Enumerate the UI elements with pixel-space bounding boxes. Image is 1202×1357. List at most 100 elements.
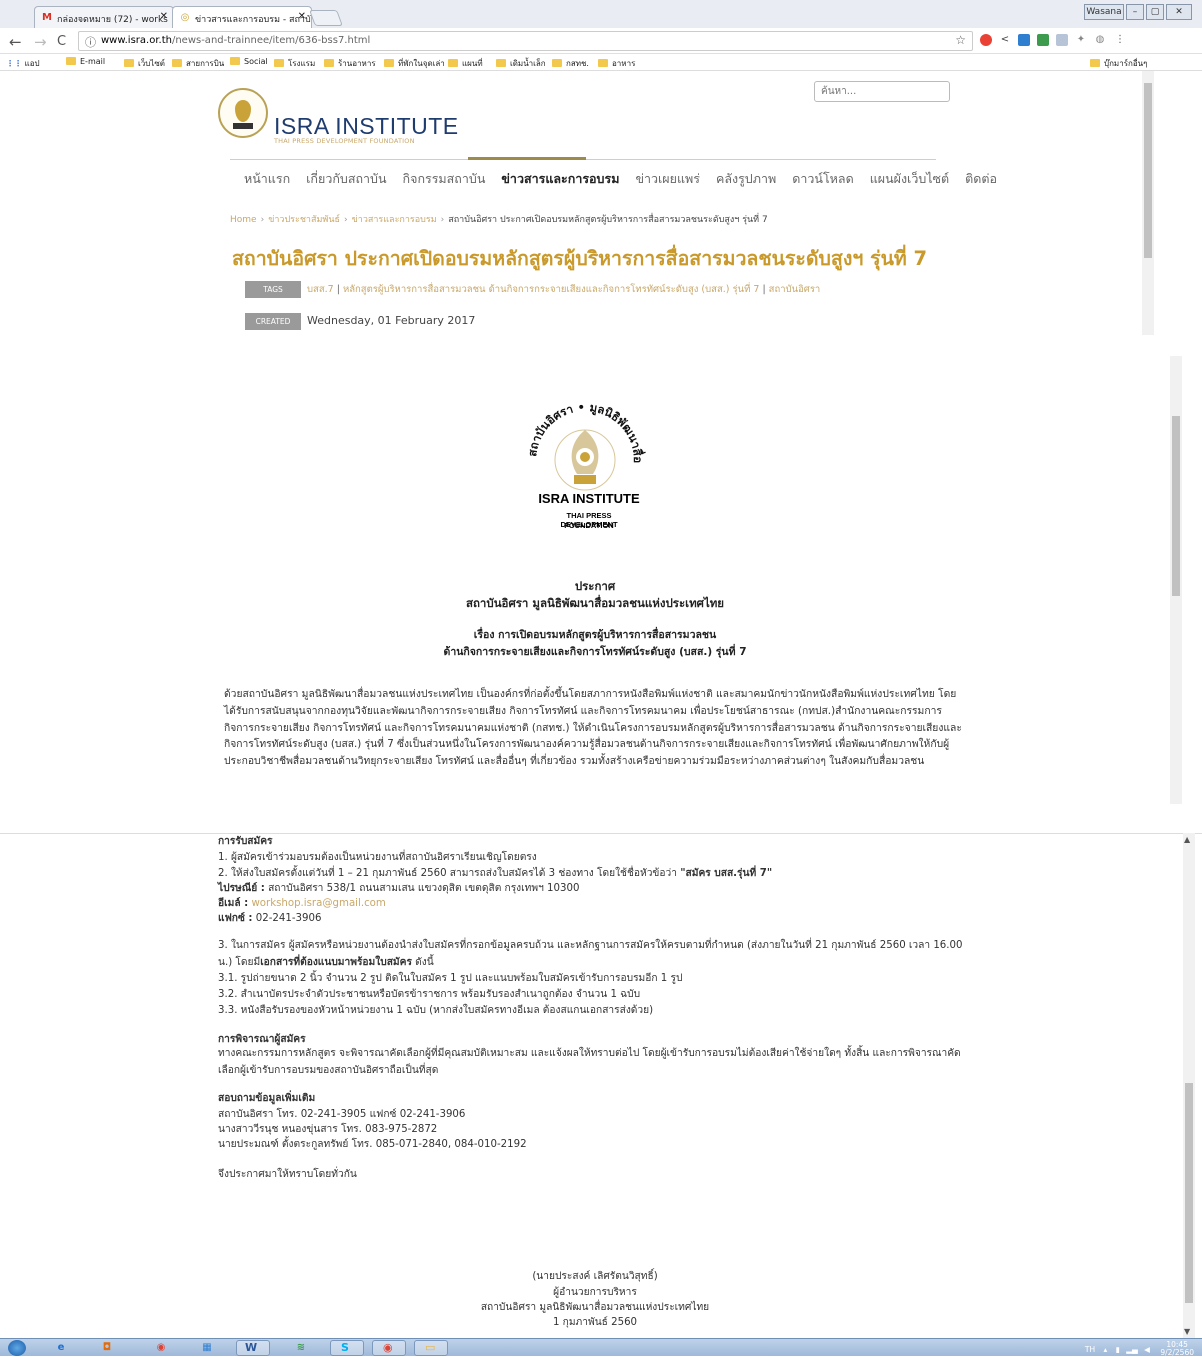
forward-icon[interactable]: → [34,33,47,51]
back-icon[interactable]: ← [9,33,22,51]
tag-link[interactable]: บสส.7 [307,284,334,295]
extension-icon[interactable] [1037,34,1049,46]
contact-line: สถาบันอิศรา โทร. 02-241-3905 แฟกซ์ 02-24… [218,1109,466,1120]
announcement-subject: ด้านกิจการกระจายเสียงและกิจการโทรทัศน์ระ… [443,646,747,658]
apply-subitem: 3.3. หนังสือรับรองของหัวหน้าหน่วยงาน 1 ฉ… [218,1005,654,1016]
profile-button[interactable]: Wasana [1084,4,1124,20]
page-scrollbar[interactable]: ▲ ▼ [1183,833,1195,1338]
bookmark-apps[interactable]: ⋮⋮ แอป [6,57,40,70]
chrome-icon[interactable]: ◉ [150,1340,172,1356]
network-icon[interactable]: ▮ [1116,1345,1120,1354]
new-tab-button[interactable] [309,10,343,26]
bookmark-label: ร้านอาหาร [338,59,376,68]
nav-item-about[interactable]: เกี่ยวกับสถาบัน [306,169,386,189]
bookmark-label: แผนที่ [462,59,483,68]
email-link[interactable]: workshop.isra@gmail.com [251,898,385,909]
address-bar[interactable]: ⓘ www.isra.or.th/news-and-trainnee/item/… [78,31,973,51]
breadcrumb-item[interactable]: ข่าวประชาสัมพันธ์ [268,215,340,225]
site-title[interactable]: ISRA INSTITUTE [274,113,459,140]
volume-icon[interactable]: ◀ [1144,1345,1150,1354]
bookmark-item[interactable]: Social [230,57,268,66]
browser-titlebar: M กล่องจดหมาย (72) - works ✕ ◎ ข่าวสารแล… [0,0,1202,28]
pin-icon[interactable]: ✦ [1075,34,1087,46]
page-scrollbar[interactable] [1142,71,1154,335]
logo-name: ISRA INSTITUTE [538,491,640,506]
extension-icon[interactable]: ◍ [1094,34,1106,46]
apply-item: 2. ให้ส่งใบสมัครตั้งแต่วันที่ 1 – 21 กุม… [218,865,772,881]
bookmark-label: Social [244,57,268,66]
scroll-up-icon[interactable]: ▲ [1184,835,1190,844]
scrollbar-thumb[interactable] [1185,1083,1193,1303]
clock[interactable]: 10:45 9/2/2560 [1160,1341,1194,1357]
stack-icon[interactable]: ≋ [290,1340,312,1356]
apply-subitem: 3.2. สำเนาบัตรประจำตัวประชาชนหรือบัตรข้า… [218,989,641,1000]
post-label: ไปรษณีย์ : [218,883,265,894]
tab-isra[interactable]: ◎ ข่าวสารและการอบรม - สถาบั ✕ [172,6,312,28]
gmail-icon: M [42,12,52,23]
start-button-icon[interactable] [8,1340,26,1356]
bookmark-item[interactable]: เดิมน้ำเล็ก [496,57,546,70]
taskbar-explorer[interactable]: ▭ [414,1340,448,1356]
email-label: อีเมล์ : [218,898,249,909]
breadcrumb-item[interactable]: ข่าวสารและการอบรม [352,215,437,225]
share-icon[interactable]: < [999,34,1011,46]
bookmark-item[interactable]: ที่พักในจุดเล่า [384,57,445,70]
nav-item-download[interactable]: ดาวน์โหลด [792,169,853,189]
bookmark-item[interactable]: ร้านอาหาร [324,57,376,70]
tag-link[interactable]: สถาบันอิศรา [769,284,821,295]
tray-arrow-icon[interactable]: ▴ [1104,1345,1108,1354]
site-logo-icon[interactable] [218,88,268,138]
fax-number: 02-241-3906 [255,913,322,924]
office-icon[interactable]: ◘ [96,1340,118,1356]
breadcrumb-home[interactable]: Home [230,215,257,225]
language-indicator[interactable]: TH [1085,1345,1095,1354]
bookmark-item[interactable]: กสทช. [552,57,589,70]
star-icon[interactable]: ☆ [955,33,966,47]
folder-icon [1090,59,1100,67]
minimize-button[interactable]: – [1126,4,1144,20]
nav-item-home[interactable]: หน้าแรก [244,169,290,189]
close-icon[interactable]: ✕ [298,11,306,22]
extension-icon[interactable] [1056,34,1068,46]
nav-item-sitemap[interactable]: แผนผังเว็บไซต์ [870,169,949,189]
nav-item-news-training[interactable]: ข่าวสารและการอบรม [501,169,619,189]
scroll-down-icon[interactable]: ▼ [1184,1327,1190,1336]
reload-icon[interactable]: C [57,34,66,49]
bookmark-other[interactable]: บุ๊กมาร์กอื่นๆ [1090,57,1147,70]
signature-org: สถาบันอิศรา มูลนิธิพัฒนาสื่อมวลชนแห่งประ… [480,1302,710,1313]
close-window-button[interactable]: ✕ [1166,4,1192,20]
extension-icon[interactable] [1018,34,1030,46]
bookmark-item[interactable]: เว็บไซต์ [124,57,165,70]
bookmark-item[interactable]: สายการบิน [172,57,224,70]
search-input[interactable] [814,81,950,102]
nav-item-activities[interactable]: กิจกรรมสถาบัน [403,169,486,189]
close-icon[interactable]: ✕ [160,11,168,22]
bookmark-item[interactable]: อาหาร [598,57,635,70]
tab-label: ข่าวสารและการอบรม - สถาบั [195,15,311,25]
tag-link[interactable]: หลักสูตรผู้บริหารการสื่อสารมวลชน ด้านกิจ… [343,284,759,295]
nav-item-gallery[interactable]: คลังรูปภาพ [716,169,776,189]
menu-icon[interactable]: ⋮ [1114,34,1126,46]
scrollbar-thumb[interactable] [1144,83,1152,258]
tag-separator: | [333,284,343,295]
folder-icon [448,59,458,67]
taskbar-skype[interactable]: S [330,1340,364,1356]
taskbar-chrome[interactable]: ◉ [372,1340,406,1356]
created-badge: CREATED [245,313,301,330]
bookmark-item[interactable]: โรงแรม [274,57,315,70]
nav-item-press[interactable]: ข่าวเผยแพร่ [635,169,700,189]
bookmark-item[interactable]: E-mail [66,57,105,66]
ie-icon[interactable]: e [50,1340,72,1356]
signal-icon[interactable]: ▂▄ [1126,1345,1138,1354]
apps-grid-icon[interactable]: ▦ [196,1340,218,1356]
taskbar-word[interactable]: W [236,1340,270,1356]
scrollbar-thumb[interactable] [1172,416,1180,596]
bookmark-item[interactable]: แผนที่ [448,57,483,70]
maximize-button[interactable]: ▢ [1146,4,1164,20]
isra-favicon-icon: ◎ [180,12,190,23]
page-scrollbar[interactable] [1170,356,1182,804]
consider-heading: การพิจารณาผู้สมัคร [218,1034,306,1045]
extension-icon[interactable] [980,34,992,46]
nav-item-contact[interactable]: ติดต่อ [965,169,997,189]
tab-gmail[interactable]: M กล่องจดหมาย (72) - works ✕ [34,6,174,28]
